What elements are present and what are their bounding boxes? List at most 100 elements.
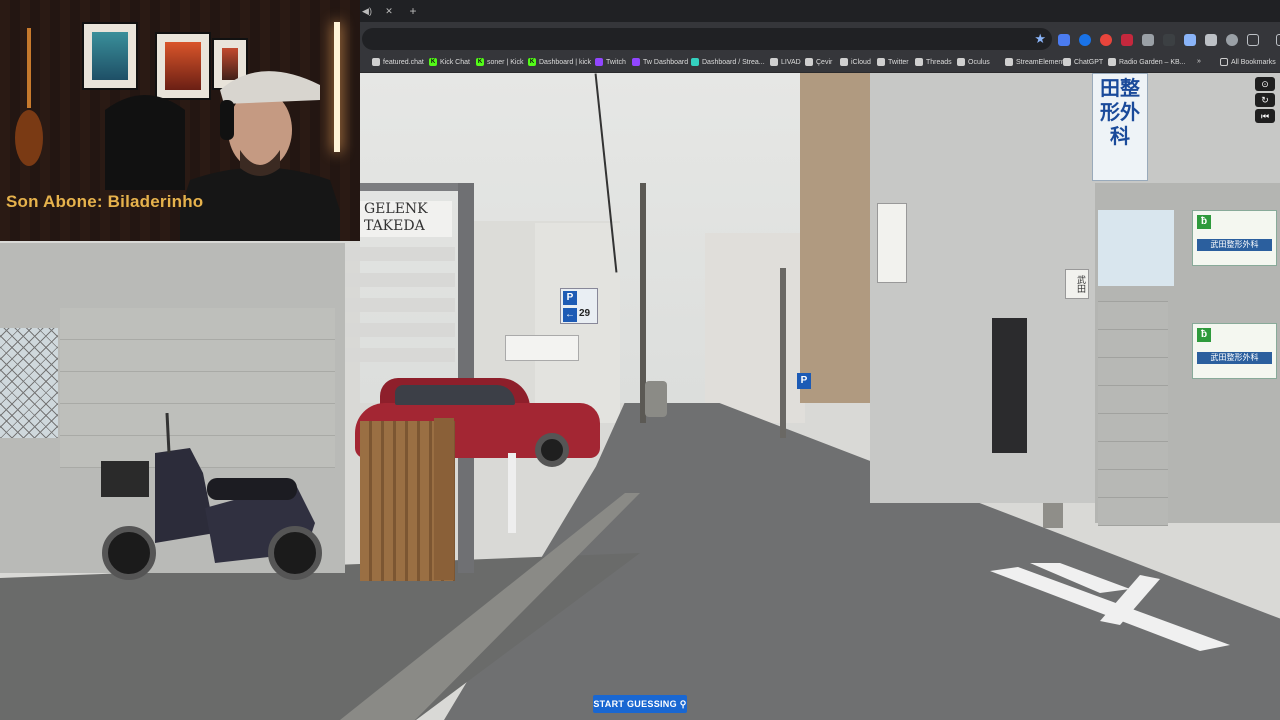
bookmark-item[interactable]: iCloud	[840, 58, 871, 66]
bookmark-item[interactable]: featured.chat	[372, 58, 424, 66]
bookmark-item[interactable]: K Dashboard | kick	[528, 58, 591, 66]
extension-icon[interactable]	[1121, 34, 1133, 46]
sign-slat	[345, 273, 455, 287]
sign-slat	[345, 323, 455, 337]
car-wheel	[535, 433, 569, 467]
bookmark-item[interactable]: Dashboard / Strea...	[691, 58, 765, 66]
folder-icon	[1220, 58, 1228, 66]
extension-icon[interactable]	[1142, 34, 1154, 46]
bookmark-item[interactable]: Threads	[915, 58, 952, 66]
close-tab-icon[interactable]: ✕	[384, 6, 394, 16]
bookmark-favicon-icon	[372, 58, 380, 66]
far-parking-icon: P	[797, 373, 811, 389]
car-window	[395, 385, 515, 405]
webcam-overlay: Son Abone: Biladerinho	[0, 0, 360, 241]
bookmark-favicon-icon	[691, 58, 699, 66]
all-bookmarks-label: All Bookmarks	[1231, 58, 1276, 66]
bollard	[508, 453, 516, 533]
screen: ◀) ✕ + ★ ⋮ featured.chatKKick ChatKs	[0, 0, 1280, 720]
bookmark-label: Radio Garden – KB...	[1119, 58, 1186, 66]
doorway	[992, 318, 1027, 453]
scooter-front	[155, 448, 215, 543]
sign-slat	[345, 247, 455, 261]
scooter-seat	[207, 478, 297, 500]
extensions-puzzle-icon[interactable]	[1247, 34, 1259, 46]
clinic-logo-icon: ƀ	[1197, 215, 1211, 229]
takeda-label: 武田整形外科	[1197, 239, 1272, 251]
bookmark-item[interactable]: Tw Dashboard	[632, 58, 688, 66]
left-arrow-icon: ←	[563, 308, 577, 322]
bookmark-label: featured.chat	[383, 58, 424, 66]
bookmark-item[interactable]: Oculus	[957, 58, 990, 66]
map-pin-icon: ⚲	[679, 699, 687, 709]
bookmark-label: Çevir	[816, 58, 833, 66]
bookmark-label: Dashboard / Strea...	[702, 58, 765, 66]
all-bookmarks-button[interactable]: All Bookmarks	[1220, 58, 1276, 66]
bookmark-favicon-icon	[1005, 58, 1013, 66]
streamer-cap	[220, 71, 320, 104]
bookmark-favicon-icon	[915, 58, 923, 66]
bookmark-item[interactable]: Twitter	[877, 58, 909, 66]
bookmark-item[interactable]: Twitch	[595, 58, 626, 66]
bookmark-favicon-icon	[957, 58, 965, 66]
gelenk-sign-text: GELENK TAKEDA	[364, 201, 428, 234]
extensions-area: ⋮	[1058, 34, 1280, 46]
latest-subscriber-caption: Son Abone: Biladerinho	[6, 192, 204, 211]
extension-icon[interactable]	[1079, 34, 1091, 46]
browser-tab[interactable]: ◀) ✕ +	[362, 2, 418, 20]
bookmark-favicon-icon: K	[476, 58, 484, 66]
speaker-icon[interactable]: ◀)	[362, 6, 372, 16]
gate-post	[434, 418, 454, 580]
bookmark-item[interactable]: K Kick Chat	[429, 58, 470, 66]
parking-price-sign	[505, 335, 579, 361]
bookmark-item[interactable]: Çevir	[805, 58, 832, 66]
bookmark-label: StreamElements	[1016, 58, 1068, 66]
media-controls-icon[interactable]	[1276, 34, 1280, 46]
clinic-logo-icon: ƀ	[1197, 328, 1211, 342]
bookmark-label: ChatGPT	[1074, 58, 1104, 66]
sign-slat	[345, 298, 455, 312]
bookmark-label: Kick Chat	[440, 58, 470, 66]
extension-icon[interactable]	[1184, 34, 1196, 46]
bookmark-star-icon[interactable]: ★	[1034, 31, 1046, 47]
tan-building	[800, 73, 880, 403]
bookmark-favicon-icon	[805, 58, 813, 66]
scooter-mirror	[165, 413, 171, 454]
bookmark-item[interactable]: ChatGPT	[1063, 58, 1103, 66]
bookmark-item[interactable]: Radio Garden – KB...	[1108, 58, 1186, 66]
bookmark-favicon-icon	[1108, 58, 1116, 66]
bookmark-favicon-icon	[877, 58, 885, 66]
parking-number: 29	[579, 308, 591, 319]
extension-icon[interactable]	[1058, 34, 1070, 46]
bookmark-favicon-icon	[595, 58, 603, 66]
new-tab-icon[interactable]: +	[408, 5, 418, 17]
parking-p-label: P	[563, 291, 577, 305]
parking-sign: P ← 29	[560, 288, 598, 324]
skip-back-icon: ⏮	[1260, 111, 1270, 121]
bookmark-favicon-icon	[770, 58, 778, 66]
extension-icon[interactable]	[1163, 34, 1175, 46]
start-guessing-button[interactable]: START GUESSING ⚲	[593, 695, 687, 713]
return-to-start-button[interactable]: ↻	[1255, 93, 1275, 107]
more-bookmarks-button[interactable]: »	[1197, 58, 1201, 65]
start-guessing-label: START GUESSING	[593, 699, 677, 709]
extension-icon[interactable]	[1226, 34, 1238, 46]
bookmark-label: Twitter	[888, 58, 909, 66]
bookmark-item[interactable]: StreamElements	[1005, 58, 1068, 66]
bookmark-label: Dashboard | kick	[539, 58, 592, 66]
undo-move-button[interactable]: ⏮	[1255, 109, 1275, 123]
bookmark-item[interactable]: Ksoner | Kick	[476, 58, 523, 66]
bookmark-label: Tw Dashboard	[643, 58, 689, 66]
bookmark-favicon-icon	[840, 58, 848, 66]
bookmark-label: Oculus	[968, 58, 990, 66]
chain-fence	[0, 328, 58, 438]
streamer	[180, 71, 340, 241]
extension-icon[interactable]	[1205, 34, 1217, 46]
address-bar[interactable]: ★	[362, 28, 1052, 50]
extension-icon[interactable]	[1100, 34, 1112, 46]
scooter-rear-wheel	[268, 526, 322, 580]
bookmark-label: iCloud	[851, 58, 871, 66]
bookmark-favicon-icon: K	[429, 58, 437, 66]
compass-button[interactable]: ⊙	[1255, 77, 1275, 91]
bookmark-item[interactable]: LIVAD	[770, 58, 801, 66]
